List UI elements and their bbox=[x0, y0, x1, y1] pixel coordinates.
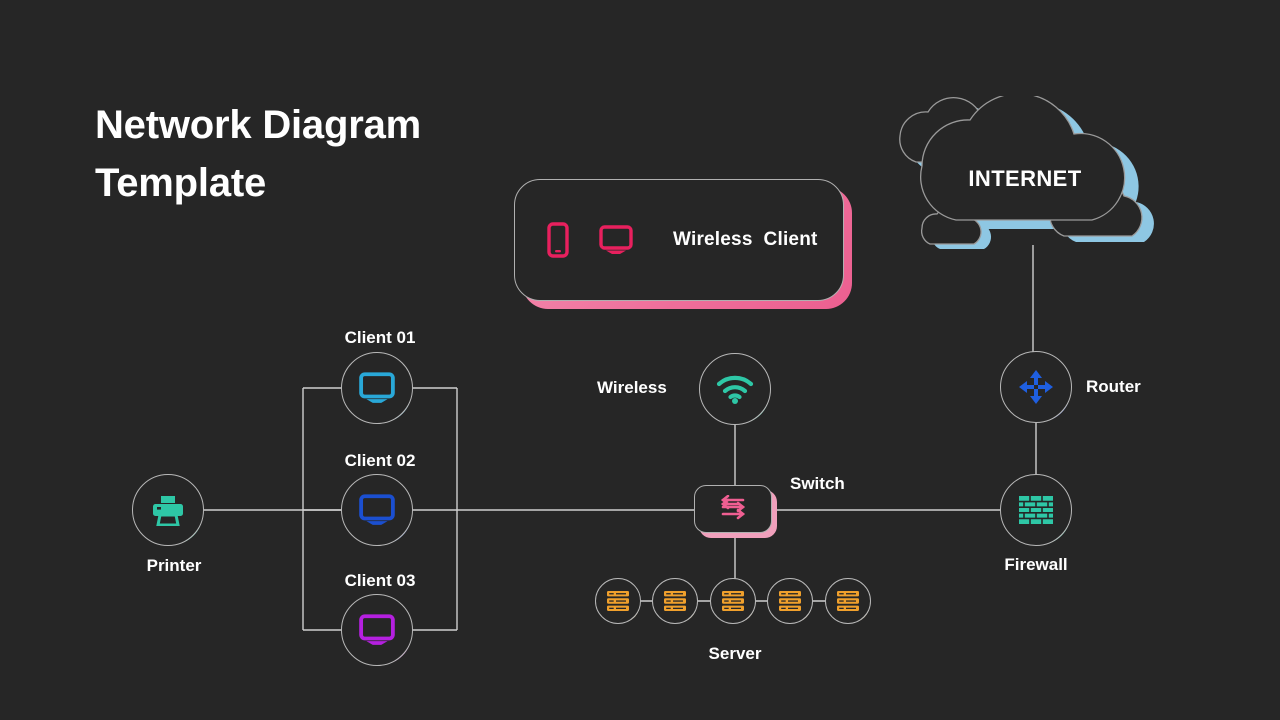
switch-face bbox=[694, 485, 772, 533]
node-server-1[interactable] bbox=[595, 578, 641, 624]
client03-label: Client 03 bbox=[344, 571, 416, 590]
phone-icon bbox=[547, 222, 569, 258]
monitor-icon bbox=[599, 225, 633, 254]
client01-label: Client 01 bbox=[344, 328, 416, 347]
node-wireless[interactable] bbox=[699, 353, 771, 425]
page-title: Network Diagram Template bbox=[95, 103, 421, 206]
server-rack-icon bbox=[767, 578, 813, 624]
node-client03[interactable] bbox=[341, 594, 413, 666]
printer-label: Printer bbox=[146, 556, 202, 575]
server-rack-icon bbox=[595, 578, 641, 624]
network-diagram-canvas: Network Diagram Template INTERNET Wirele… bbox=[0, 0, 1280, 720]
server-rack-icon bbox=[825, 578, 871, 624]
node-client01[interactable] bbox=[341, 352, 413, 424]
brick-wall-icon bbox=[1000, 474, 1072, 546]
monitor-icon bbox=[341, 474, 413, 546]
node-switch[interactable] bbox=[694, 485, 777, 538]
node-router[interactable] bbox=[1000, 351, 1072, 423]
wireless-client-label: Wireless Client bbox=[673, 229, 818, 250]
node-client02[interactable] bbox=[341, 474, 413, 546]
internet-label: INTERNET bbox=[968, 166, 1082, 191]
internet-cloud[interactable]: INTERNET bbox=[880, 92, 1180, 266]
router-label: Router bbox=[1086, 377, 1141, 396]
server-label: Server bbox=[708, 644, 762, 663]
node-server-4[interactable] bbox=[767, 578, 813, 624]
wireless-client-box-face: Wireless Client bbox=[514, 179, 844, 301]
firewall-label: Firewall bbox=[1004, 555, 1068, 574]
wireless-client-box[interactable]: Wireless Client bbox=[514, 179, 852, 309]
server-rack-icon bbox=[652, 578, 698, 624]
wireless-label: Wireless bbox=[597, 378, 667, 397]
wifi-icon bbox=[699, 353, 771, 425]
node-server-2[interactable] bbox=[652, 578, 698, 624]
printer-icon bbox=[132, 474, 204, 546]
switch-arrows-icon bbox=[720, 495, 746, 520]
server-rack-icon bbox=[710, 578, 756, 624]
monitor-icon bbox=[341, 594, 413, 666]
node-printer[interactable] bbox=[132, 474, 204, 546]
client02-label: Client 02 bbox=[344, 451, 416, 470]
node-server-5[interactable] bbox=[825, 578, 871, 624]
node-firewall[interactable] bbox=[1000, 474, 1072, 546]
switch-label: Switch bbox=[790, 474, 845, 493]
monitor-icon bbox=[341, 352, 413, 424]
node-server-3[interactable] bbox=[710, 578, 756, 624]
four-arrows-icon bbox=[1000, 351, 1072, 423]
